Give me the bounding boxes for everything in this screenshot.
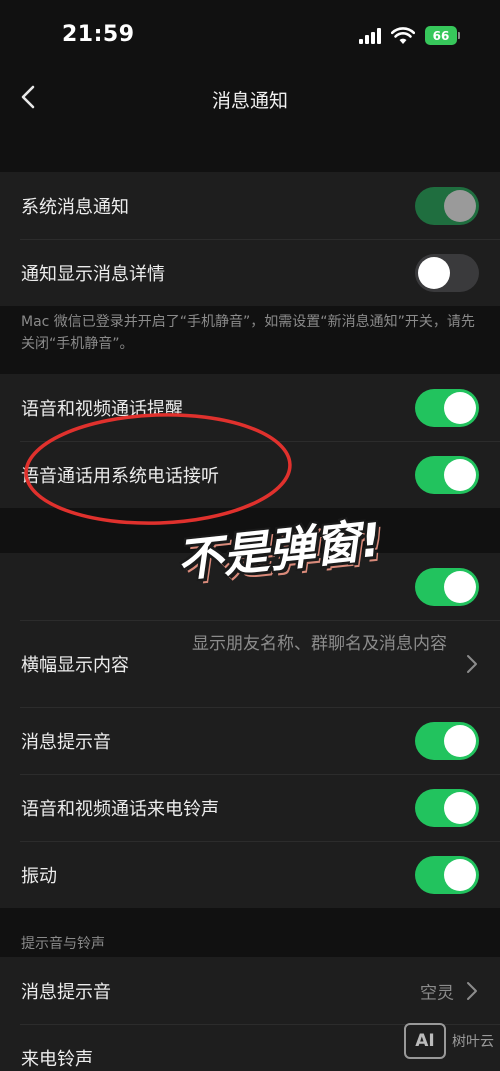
settings-row-message-sound: 消息提示音 [0,707,500,774]
cellular-signal-icon [359,27,381,44]
system-phone-answer-toggle[interactable] [415,455,479,494]
settings-row-system-phone-answer: 语音通话用系统电话接听 [0,441,500,508]
row-label: 振动 [21,865,57,887]
section-header-sounds: 提示音与铃声 [21,936,105,952]
chevron-right-icon [467,981,477,1000]
row-label: 语音通话用系统电话接听 [21,465,219,487]
watermark-text: 树叶云 [452,1034,494,1050]
show-details-toggle[interactable] [415,253,479,292]
vibration-toggle[interactable] [415,855,479,894]
row-label: 通知显示消息详情 [21,263,165,285]
row-label: 语音和视频通话提醒 [21,398,183,420]
battery-level: 66 [425,26,457,45]
status-time: 21:59 [62,22,135,47]
settings-row-vibration: 振动 [0,841,500,908]
obscured-setting-toggle[interactable] [415,567,479,606]
status-bar: 21:59 66 [0,0,500,70]
row-label: 消息提示音 [21,981,111,1003]
system-notification-toggle[interactable] [415,186,479,225]
row-label: 消息提示音 [21,731,111,753]
settings-row-banner-content[interactable]: 横幅显示内容 显示朋友名称、群聊名及消息内容 [0,620,500,707]
settings-group-calls: 语音和视频通话提醒 语音通话用系统电话接听 [0,374,500,508]
settings-row-show-details: 通知显示消息详情 [0,239,500,306]
status-icons: 66 [359,26,460,45]
row-label: 横幅显示内容 [21,654,129,676]
message-sound-toggle[interactable] [415,721,479,760]
mute-notice-text: Mac 微信已登录并开启了“手机静音”，如需设置“新消息通知”开关，请先关闭“手… [21,314,475,352]
wifi-icon [391,26,415,44]
watermark: AI 树叶云 [404,1023,494,1059]
message-tone-value: 空灵 [420,983,454,1003]
battery-icon: 66 [425,26,460,45]
row-label: 来电铃声 [21,1048,93,1070]
settings-row-message-tone[interactable]: 消息提示音 空灵 [0,957,500,1024]
row-label: 系统消息通知 [21,196,129,218]
chevron-right-icon [467,654,477,673]
settings-row-call-ringtone: 语音和视频通话来电铃声 [0,774,500,841]
banner-content-value: 显示朋友名称、群聊名及消息内容 [192,634,447,654]
settings-row-system-notification: 系统消息通知 [0,172,500,239]
settings-row-call-reminder: 语音和视频通话提醒 [0,374,500,441]
row-label: 语音和视频通话来电铃声 [21,798,219,820]
call-ringtone-toggle[interactable] [415,788,479,827]
navigation-bar: 消息通知 [0,70,500,126]
page-title: 消息通知 [211,90,288,112]
settings-row-obscured [0,553,500,620]
call-reminder-toggle[interactable] [415,388,479,427]
settings-group-system: 系统消息通知 通知显示消息详情 [0,172,500,306]
settings-group-alerts: 横幅显示内容 显示朋友名称、群聊名及消息内容 消息提示音 语音和视频通话来电铃声… [0,553,500,908]
watermark-logo: AI [404,1023,446,1059]
